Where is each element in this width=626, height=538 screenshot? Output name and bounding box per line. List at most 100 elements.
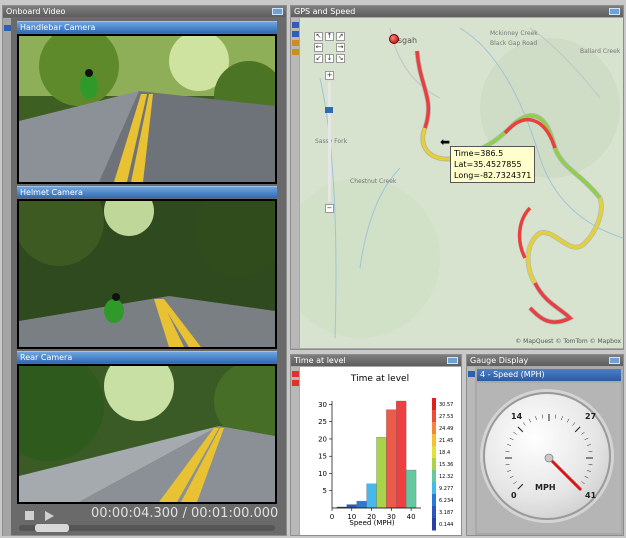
colorbar-label: 21.45 bbox=[439, 438, 453, 444]
progress-thumb[interactable] bbox=[34, 524, 69, 532]
gauge-tick-mark bbox=[555, 414, 557, 419]
play-icon[interactable] bbox=[45, 511, 54, 521]
chart-title: Time at level bbox=[350, 374, 409, 384]
y-tick-label: 30 bbox=[318, 401, 327, 409]
gauge-tick-mark bbox=[513, 481, 517, 485]
pan-up-button[interactable]: ↑ bbox=[325, 32, 334, 41]
gauge-tick-mark bbox=[517, 483, 524, 490]
histogram-bar bbox=[346, 504, 357, 509]
histogram-bar bbox=[366, 483, 377, 509]
gauge-selector[interactable]: 4 - Speed (MPH) bbox=[477, 369, 621, 381]
handlebar-camera-video[interactable] bbox=[17, 34, 277, 184]
tooltip-long: Long=-82.7324371 bbox=[454, 171, 532, 180]
colorbar-segment bbox=[432, 410, 436, 423]
time-at-level-chart: Time at level 0 10 20 30 40 5 10 15 20 25 30 Speed (… bbox=[300, 367, 461, 535]
color-swatch-icon[interactable] bbox=[292, 40, 299, 46]
maximize-icon[interactable] bbox=[272, 8, 283, 15]
gauge-tick-27: 27 bbox=[585, 412, 597, 421]
color-swatch-icon[interactable] bbox=[292, 371, 299, 377]
gps-map[interactable]: Pisgah Mckinney Creek Black Gap Road Bal… bbox=[300, 18, 623, 348]
color-swatch-icon[interactable] bbox=[292, 31, 299, 37]
colorbar-segment bbox=[432, 494, 436, 507]
gauge-tick-0: 0 bbox=[511, 491, 517, 500]
start-marker-icon bbox=[389, 34, 399, 44]
gauge-tick-mark bbox=[581, 431, 585, 435]
y-tick-label: 10 bbox=[318, 470, 327, 478]
gauge-tick-mark bbox=[528, 418, 532, 423]
colorbar-segment bbox=[432, 506, 436, 519]
gauge-tick-mark bbox=[535, 416, 537, 421]
handlebar-camera-bar: Handlebar Camera bbox=[17, 21, 277, 33]
pan-left-button[interactable]: ← bbox=[314, 43, 323, 52]
colorbar-label: 27.53 bbox=[439, 414, 453, 420]
maximize-icon[interactable] bbox=[609, 357, 620, 364]
colorbar-segment bbox=[432, 398, 436, 411]
gauge-tick-mark bbox=[517, 426, 524, 433]
histogram-svg: Time at level0 10 20 30 4051015202530Speed (… bbox=[318, 374, 453, 531]
colorbar-label: 30.57 bbox=[439, 402, 453, 408]
onboard-video-panel: Onboard Video Handlebar Camera Helmet Ca… bbox=[2, 5, 287, 536]
colorbar-label: 15.36 bbox=[439, 462, 453, 468]
zoom-slider-track[interactable] bbox=[328, 82, 331, 202]
zoom-slider-thumb[interactable] bbox=[325, 107, 333, 113]
gauge-tick-mark bbox=[509, 475, 514, 479]
pan-down-button[interactable]: ↓ bbox=[325, 54, 334, 63]
stop-icon[interactable] bbox=[25, 511, 34, 520]
zoom-in-button[interactable]: + bbox=[325, 71, 334, 80]
gauge-tick-mark bbox=[586, 470, 591, 472]
y-tick-label: 15 bbox=[318, 453, 327, 461]
histogram-bar bbox=[386, 409, 397, 509]
y-tick-label: 5 bbox=[323, 487, 327, 495]
road-label: Ballard Creek bbox=[580, 48, 621, 55]
tooltip-lat: Lat=35.4527855 bbox=[454, 160, 522, 169]
maximize-icon[interactable] bbox=[447, 357, 458, 364]
colorbar-label: 9.277 bbox=[439, 486, 453, 492]
colorbar-segment bbox=[432, 518, 436, 531]
progress-track[interactable] bbox=[19, 524, 275, 532]
rear-camera-bar: Rear Camera bbox=[17, 351, 277, 363]
gauge-svg bbox=[505, 414, 593, 491]
left-gutter bbox=[467, 367, 475, 535]
timecode: 00:00:04.300 / 00:01:00.000 bbox=[91, 506, 279, 521]
color-swatch-icon[interactable] bbox=[468, 371, 475, 377]
helmet-camera-video[interactable] bbox=[17, 199, 277, 349]
gps-speed-panel: GPS and Speed Pisgah Mckinney Creek Blac… bbox=[290, 5, 624, 350]
gauge-tick-mark bbox=[505, 464, 510, 466]
color-swatch-icon[interactable] bbox=[292, 380, 299, 386]
gps-speed-title: GPS and Speed bbox=[291, 6, 623, 17]
color-swatch-icon[interactable] bbox=[4, 25, 11, 31]
maximize-icon[interactable] bbox=[609, 8, 620, 15]
road-label: Sassy Fork bbox=[315, 138, 348, 145]
pan-up-right-button[interactable]: ↗ bbox=[336, 32, 345, 41]
pan-up-left-button[interactable]: ↖ bbox=[314, 32, 323, 41]
gauge-display-panel: Gauge Display 4 - Speed (MPH) 0 14 27 41… bbox=[466, 354, 624, 536]
gauge-tick-mark bbox=[541, 414, 543, 419]
tooltip-time: Time=386.5 bbox=[454, 149, 504, 158]
gauge-area: 0 14 27 41 MPH bbox=[477, 383, 621, 533]
position-tooltip: Time=386.5 Lat=35.4527855 Long=-82.73243… bbox=[450, 146, 536, 183]
gauge-tick-14: 14 bbox=[511, 412, 523, 421]
color-swatch-icon[interactable] bbox=[292, 49, 299, 55]
gauge-tick-41: 41 bbox=[585, 491, 597, 500]
color-swatch-icon[interactable] bbox=[292, 22, 299, 28]
zoom-out-button[interactable]: − bbox=[325, 204, 334, 213]
colorbar-label: 24.49 bbox=[439, 426, 453, 432]
histogram-bar bbox=[356, 500, 367, 509]
gauge-tick-mark bbox=[505, 450, 510, 452]
pan-down-left-button[interactable]: ↙ bbox=[314, 54, 323, 63]
gauge-tick-mark bbox=[572, 422, 576, 426]
gauge-tick-mark bbox=[584, 437, 589, 441]
gauge-tick-mark bbox=[507, 470, 512, 472]
gauge-tick-mark bbox=[507, 444, 512, 446]
rear-camera-video[interactable] bbox=[17, 364, 277, 504]
pan-right-button[interactable]: → bbox=[336, 43, 345, 52]
gauge-tick-mark bbox=[566, 418, 570, 423]
pan-down-right-button[interactable]: ↘ bbox=[336, 54, 345, 63]
rear-camera-frame bbox=[19, 366, 275, 502]
road-label: Mckinney Creek bbox=[490, 30, 538, 37]
gauge-tick-mark bbox=[522, 422, 526, 426]
x-tick-label: 40 bbox=[407, 513, 416, 521]
cursor-arrow-icon: ⬅ bbox=[440, 135, 451, 149]
left-gutter bbox=[3, 18, 11, 536]
onboard-video-title: Onboard Video bbox=[3, 6, 286, 17]
